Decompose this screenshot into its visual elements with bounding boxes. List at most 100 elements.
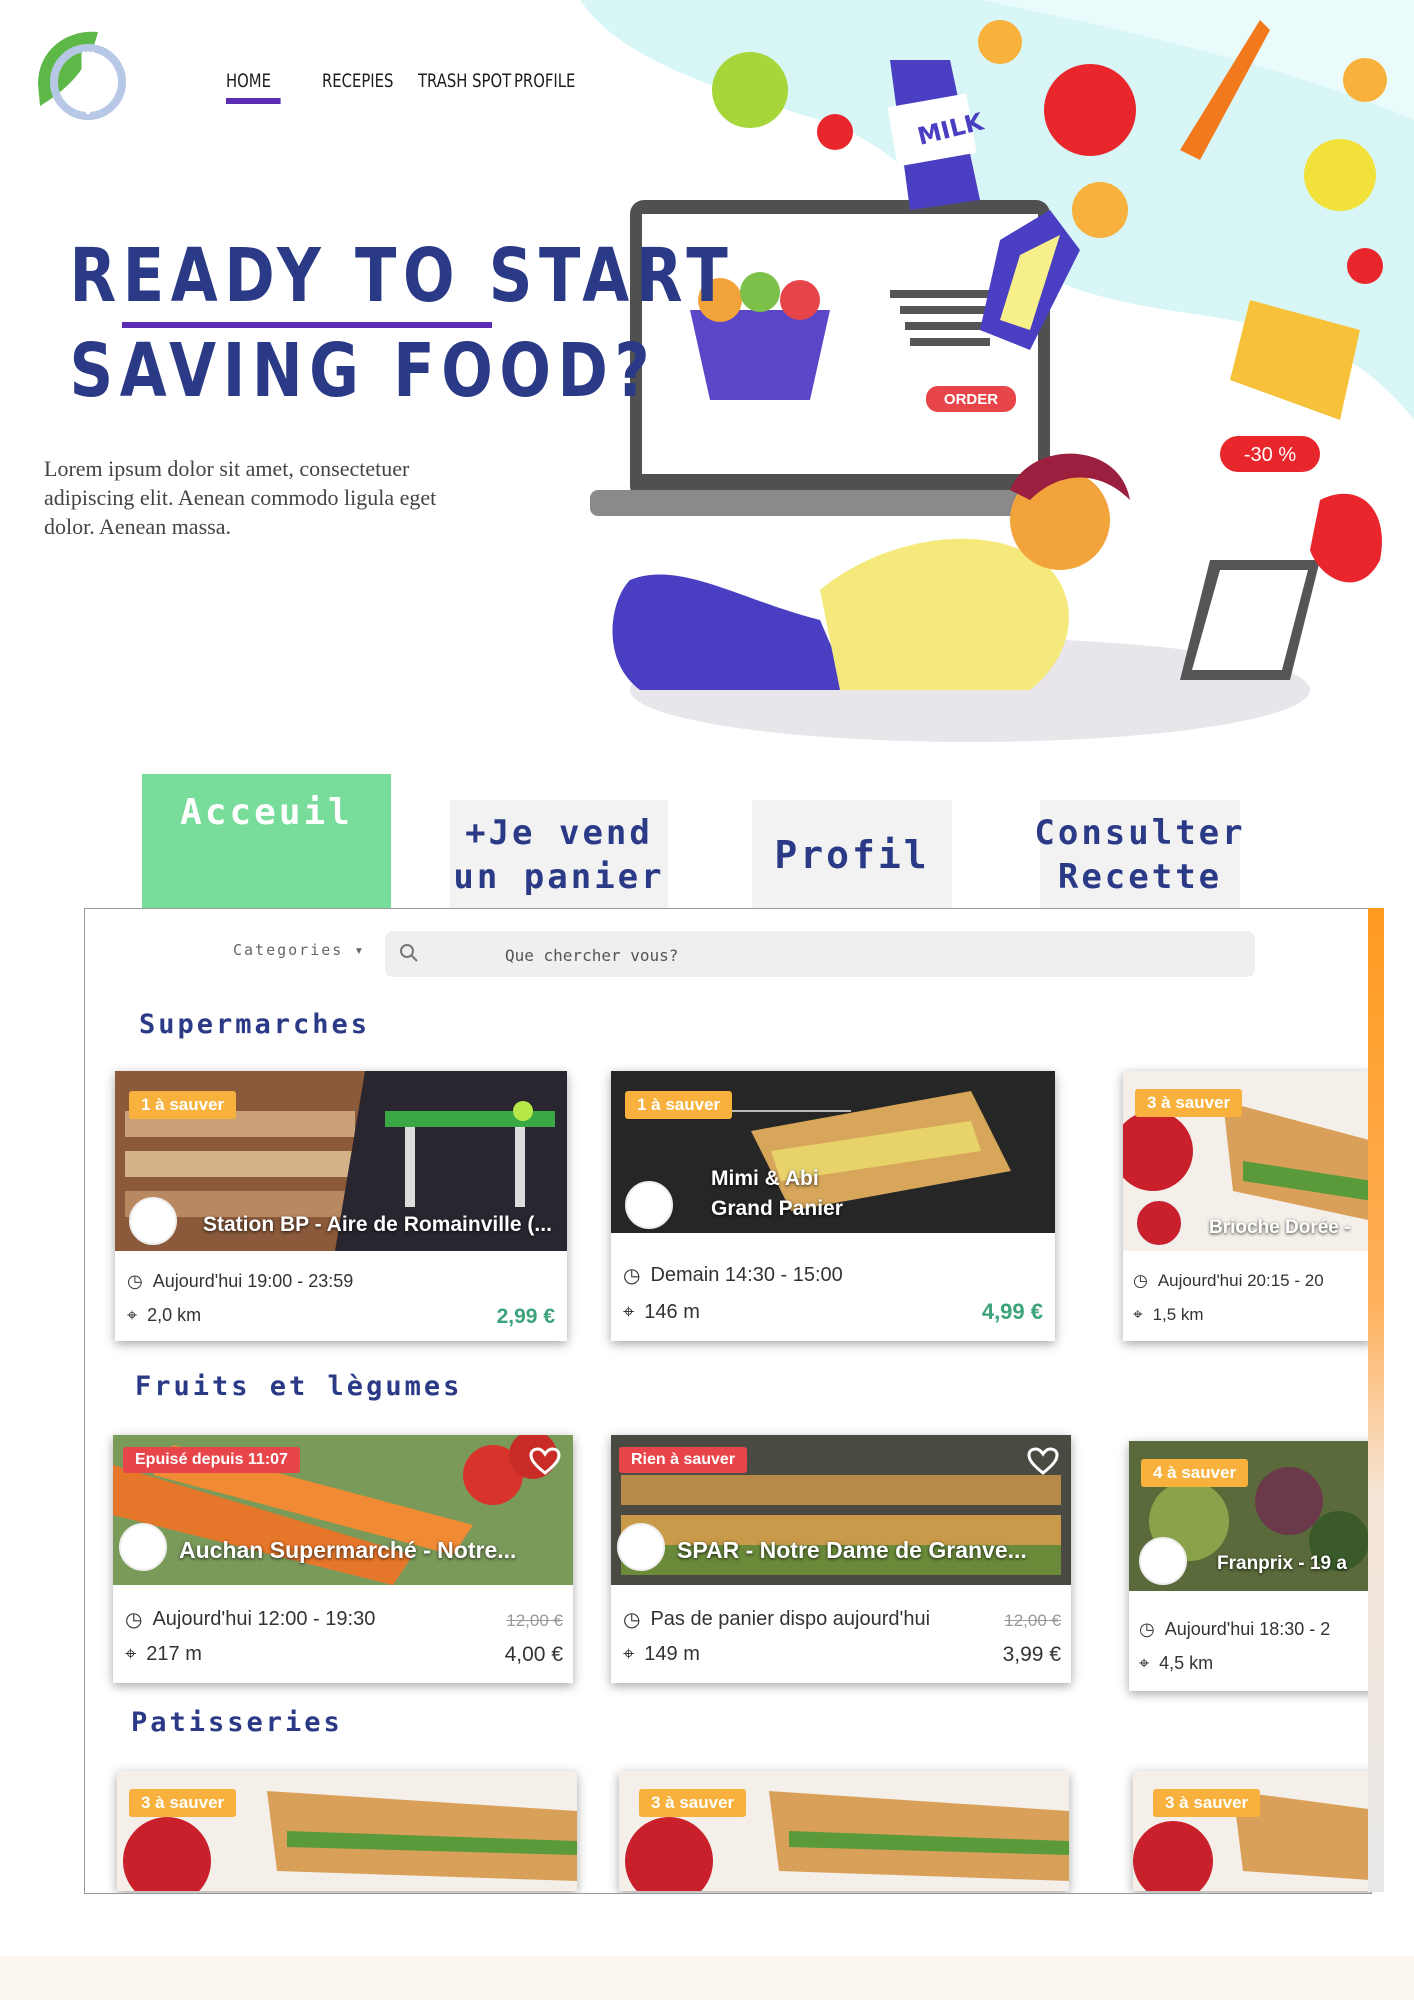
tab-accueil[interactable]: Acceuil [142,774,391,910]
nav-home[interactable]: HOME [226,70,281,104]
nav-recepies[interactable]: RECEPIES [322,70,393,104]
price: 3,99 € [1002,1643,1061,1666]
pickup-time: ◷ Pas de panier dispo aujourd'hui [623,1607,930,1632]
location-pin-icon: ⌖ [1139,1653,1150,1673]
store-name-line-1: Mimi & Abi [711,1167,819,1190]
search-icon [400,944,418,962]
search-input[interactable] [445,931,1287,979]
availability-badge: 3 à sauver [129,1789,237,1817]
categories-label: Categories [233,941,344,959]
store-logo [617,1523,665,1571]
store-logo [119,1523,167,1571]
store-name-line-2: Grand Panier [711,1197,843,1220]
availability-badge: 1 à sauver [625,1091,733,1119]
store-name: Auchan Supermarché - Notre... [179,1537,517,1563]
store-name: Franprix - 19 a [1217,1553,1347,1574]
distance-text: 146 m [644,1301,700,1323]
store-name: SPAR - Notre Dame de Granve... [677,1537,1027,1563]
store-name: Station BP - Aire de Romainville (... [203,1213,552,1236]
pickup-time-text: Demain 14:30 - 15:00 [650,1264,843,1286]
clock-icon: ◷ [623,1265,641,1287]
heart-icon[interactable] [1027,1447,1059,1475]
clock-icon: ◷ [1133,1271,1148,1290]
availability-badge: Epuisé depuis 11:07 [123,1447,300,1473]
footer-band [0,1956,1414,2000]
tab-consulter-recette[interactable]: Consulter Recette [1034,800,1243,910]
price: 4,00 € [504,1643,563,1666]
store-logo [1139,1537,1187,1585]
location-pin-icon: ⌖ [125,1643,137,1665]
section-title-patisseries: Patisseries [131,1707,343,1738]
pickup-time-text: Pas de panier dispo aujourd'hui [650,1608,931,1630]
scrollbar[interactable] [1368,908,1384,1892]
distance: ⌖ 2,0 km [127,1305,201,1326]
pickup-time: ◷ Aujourd'hui 20:15 - 20 [1133,1271,1324,1291]
availability-badge: 4 à sauver [1141,1459,1249,1487]
pickup-time-text: Aujourd'hui 20:15 - 20 [1157,1271,1324,1290]
availability-badge: 1 à sauver [129,1091,237,1119]
basket-card[interactable]: Rien à sauver SPAR - Notre Dame de Granv… [611,1435,1071,1683]
clock-icon: ◷ [127,1271,143,1291]
basket-card[interactable]: 3 à sauver [117,1771,577,1891]
availability-badge: 3 à sauver [1135,1089,1243,1117]
distance: ⌖ 149 m [623,1643,700,1666]
distance: ⌖ 4,5 km [1139,1653,1213,1674]
distance: ⌖ 146 m [623,1301,700,1324]
pickup-time-text: Aujourd'hui 19:00 - 23:59 [152,1271,354,1291]
distance-text: 1,5 km [1152,1305,1204,1324]
tab-sell-basket[interactable]: +Je vend un panier [450,800,668,910]
top-nav: HOME RECEPIES TRASH SPOT PROFILE [226,70,584,104]
hero-body-text: Lorem ipsum dolor sit amet, consectetuer… [44,456,437,539]
basket-card[interactable]: 4 à sauver Franprix - 19 a ◷ Aujourd'hui … [1129,1441,1371,1691]
headline-line-1: READY TO START [69,233,735,319]
hero-illustration: ORDER MILK -30 % [580,0,1414,742]
location-pin-icon: ⌖ [1133,1305,1143,1324]
price: 2,99 € [496,1305,555,1328]
section-title-fruits: Fruits et lègumes [135,1371,463,1402]
distance-text: 4,5 km [1159,1653,1214,1673]
basket-card[interactable]: Epuisé depuis 11:07 Auchan Supermarché -… [113,1435,573,1683]
clock-icon: ◷ [623,1609,641,1631]
app-panel: Categories ▾ Supermarches 1 à sauver Sta… [84,908,1372,1894]
basket-card[interactable]: 1 à sauver Mimi & Abi Grand Panier ◷ Dema… [611,1071,1055,1341]
store-logo [1135,1199,1183,1247]
basket-card[interactable]: 3 à sauver Brioche Dorée - ◷ Aujourd'hui … [1123,1071,1371,1341]
basket-card[interactable]: 3 à sauver [619,1771,1069,1891]
pickup-time: ◷ Aujourd'hui 18:30 - 2 [1139,1619,1330,1640]
nav-profile[interactable]: PROFILE [514,70,575,104]
distance: ⌖ 217 m [125,1643,202,1666]
basket-card[interactable]: 3 à sauver [1133,1771,1371,1891]
basket-card[interactable]: 1 à sauver Station BP - Aire de Romainvi… [115,1071,567,1341]
availability-badge: 3 à sauver [1153,1789,1261,1817]
location-pin-icon: ⌖ [623,1643,635,1665]
chevron-down-icon: ▾ [354,941,366,959]
categories-dropdown[interactable]: Categories ▾ [233,941,365,959]
headline-line-2: SAVING FOOD? [69,328,657,414]
tab-profil[interactable]: Profil [752,800,952,910]
pickup-time-text: Aujourd'hui 18:30 - 2 [1164,1619,1331,1639]
order-button-illustration: ORDER [944,391,998,408]
location-pin-icon: ⌖ [127,1305,138,1325]
heart-icon[interactable] [529,1447,561,1475]
section-title-supermarches: Supermarches [139,1009,371,1040]
distance-text: 217 m [146,1643,202,1665]
headline-divider [122,322,492,328]
pickup-time-text: Aujourd'hui 12:00 - 19:30 [152,1608,376,1630]
price: 4,99 € [981,1299,1043,1324]
nav-trash-spot[interactable]: TRASH SPOT [418,70,511,104]
distance-text: 149 m [644,1643,700,1665]
old-price: 12,00 € [1004,1611,1061,1630]
search-bar [385,931,1287,979]
clock-icon: ◷ [125,1609,143,1631]
pickup-time: ◷ Aujourd'hui 19:00 - 23:59 [127,1271,353,1292]
store-name: Brioche Dorée - [1209,1217,1351,1238]
store-logo [625,1181,673,1229]
logo-leaf-fork-icon [38,31,126,120]
distance-text: 2,0 km [147,1305,202,1325]
distance: ⌖ 1,5 km [1133,1305,1204,1325]
clock-icon: ◷ [1139,1619,1155,1639]
availability-badge: Rien à sauver [619,1447,748,1473]
location-pin-icon: ⌖ [623,1301,635,1323]
old-price: 12,00 € [506,1611,563,1630]
discount-tag: -30 % [1244,444,1296,466]
